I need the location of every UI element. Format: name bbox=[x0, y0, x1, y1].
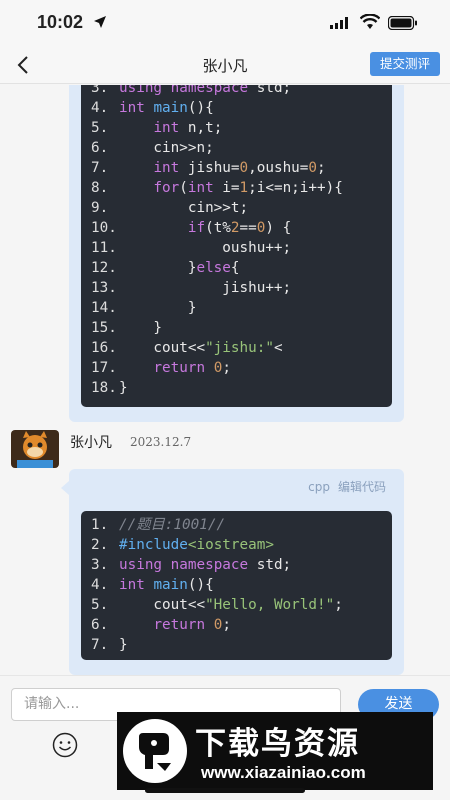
watermark-url: www.xiazainiao.com bbox=[201, 763, 366, 782]
code-line: 7. int jishu=0,oushu=0; bbox=[81, 158, 392, 178]
code-text: using namespace std; bbox=[119, 557, 292, 573]
code-text: int main(){ bbox=[119, 100, 214, 116]
code-language-label: cpp 编辑代码 bbox=[300, 478, 386, 495]
line-number: 13. bbox=[91, 280, 117, 296]
code-line: 5. int n,t; bbox=[81, 118, 392, 138]
code-text: return 0; bbox=[153, 617, 231, 633]
code-text: cout<<"Hello, World!"; bbox=[119, 597, 343, 613]
code-text: int main(){ bbox=[119, 577, 214, 593]
line-number: 10. bbox=[91, 220, 117, 236]
language-tag: cpp bbox=[308, 480, 330, 494]
code-text: return 0; bbox=[153, 360, 231, 376]
code-line: 4. int main(){ bbox=[81, 98, 392, 118]
bird-logo-icon bbox=[123, 719, 187, 783]
code-line: 3. using namespace std; bbox=[81, 85, 392, 98]
location-arrow-icon bbox=[94, 16, 106, 28]
signal-icon bbox=[330, 17, 348, 29]
code-line: 8. for(int i=1;i<=n;i++){ bbox=[81, 178, 392, 198]
line-number: 4. bbox=[91, 100, 109, 116]
line-number: 8. bbox=[91, 180, 109, 196]
code-text: cout<<"jishu:"< bbox=[119, 340, 283, 356]
message-bubble: 3. using namespace std; 4. int main(){ 5. in… bbox=[69, 85, 404, 422]
code-line: 2. #include<iostream> bbox=[81, 535, 392, 555]
line-number: 4. bbox=[91, 577, 109, 593]
line-number: 12. bbox=[91, 260, 117, 276]
line-number: 9. bbox=[91, 200, 109, 216]
line-number: 6. bbox=[91, 140, 109, 156]
code-line: 13. jishu++; bbox=[81, 278, 392, 298]
line-number: 7. bbox=[91, 637, 109, 653]
code-text: if(t%2==0) { bbox=[187, 220, 292, 236]
line-number: 11. bbox=[91, 240, 117, 256]
code-line: 3. using namespace std; bbox=[81, 555, 392, 575]
code-block: 1. //题目:1001// 2. #include<iostream> 3. using… bbox=[81, 511, 392, 660]
battery-icon bbox=[388, 16, 417, 30]
code-line: 10. if(t%2==0) { bbox=[81, 218, 392, 238]
line-number: 15. bbox=[91, 320, 117, 336]
code-line: 5. cout<<"Hello, World!"; bbox=[81, 595, 392, 615]
status-bar: 10:02 bbox=[0, 0, 450, 46]
code-line: 17. return 0; bbox=[81, 358, 392, 378]
emoji-icon[interactable] bbox=[52, 732, 78, 758]
code-line: 16. cout<<"jishu:"< bbox=[81, 338, 392, 358]
line-number: 5. bbox=[91, 120, 109, 136]
home-indicator bbox=[145, 788, 305, 793]
code-text: //题目:1001// bbox=[119, 517, 226, 533]
code-line: 12. }else{ bbox=[81, 258, 392, 278]
code-line: 1. //题目:1001// bbox=[81, 515, 392, 535]
line-number: 7. bbox=[91, 160, 109, 176]
line-number: 6. bbox=[91, 617, 109, 633]
line-number: 3. bbox=[91, 557, 109, 573]
code-block: 3. using namespace std; 4. int main(){ 5. in… bbox=[81, 85, 392, 407]
message-timestamp: 2023.12.7 bbox=[130, 435, 192, 449]
avatar[interactable] bbox=[11, 430, 59, 468]
code-text: } bbox=[119, 320, 163, 336]
line-number: 2. bbox=[91, 537, 109, 553]
code-text: cin>>n; bbox=[119, 140, 214, 156]
watermark-title: 下载鸟资源 bbox=[195, 726, 360, 762]
code-line: 6. return 0; bbox=[81, 615, 392, 635]
line-number: 16. bbox=[91, 340, 117, 356]
code-text: } bbox=[119, 380, 128, 396]
code-text: int n,t; bbox=[153, 120, 223, 136]
code-line: 9. cin>>t; bbox=[81, 198, 392, 218]
chat-area[interactable]: 3. using namespace std; 4. int main(){ 5. in… bbox=[0, 85, 450, 675]
code-line: 15. } bbox=[81, 318, 392, 338]
code-text: } bbox=[119, 637, 128, 653]
code-line: 11. oushu++; bbox=[81, 238, 392, 258]
code-line: 18.} bbox=[81, 378, 392, 398]
message-bubble: cpp 编辑代码 1. //题目:1001// 2. #include<iostream… bbox=[61, 469, 404, 675]
code-text: int jishu=0,oushu=0; bbox=[153, 160, 326, 176]
code-text: oushu++; bbox=[119, 240, 292, 256]
code-text: } bbox=[119, 300, 197, 316]
line-number: 17. bbox=[91, 360, 117, 376]
code-text: cin>>t; bbox=[119, 200, 249, 216]
wifi-icon bbox=[360, 14, 380, 29]
code-line: 7.} bbox=[81, 635, 392, 655]
code-line: 4. int main(){ bbox=[81, 575, 392, 595]
line-number: 18. bbox=[91, 380, 117, 396]
line-number: 5. bbox=[91, 597, 109, 613]
code-text: }else{ bbox=[119, 260, 240, 276]
watermark-banner: 下载鸟资源 www.xiazainiao.com bbox=[117, 712, 433, 790]
line-number: 14. bbox=[91, 300, 117, 316]
nav-bar: 张小凡 提交测评 bbox=[0, 46, 450, 84]
line-number: 1. bbox=[91, 517, 109, 533]
code-line: 14. } bbox=[81, 298, 392, 318]
code-text: for(int i=1;i<=n;i++){ bbox=[153, 180, 343, 196]
edit-code-link[interactable]: 编辑代码 bbox=[338, 480, 386, 494]
sender-name: 张小凡 bbox=[70, 435, 112, 451]
submit-evaluation-button[interactable]: 提交测评 bbox=[370, 52, 440, 76]
code-text: using namespace std; bbox=[119, 85, 292, 96]
status-time: 10:02 bbox=[37, 12, 84, 32]
code-text: jishu++; bbox=[119, 280, 292, 296]
code-line: 6. cin>>n; bbox=[81, 138, 392, 158]
code-text: #include<iostream> bbox=[119, 537, 274, 553]
line-number: 3. bbox=[91, 85, 109, 96]
